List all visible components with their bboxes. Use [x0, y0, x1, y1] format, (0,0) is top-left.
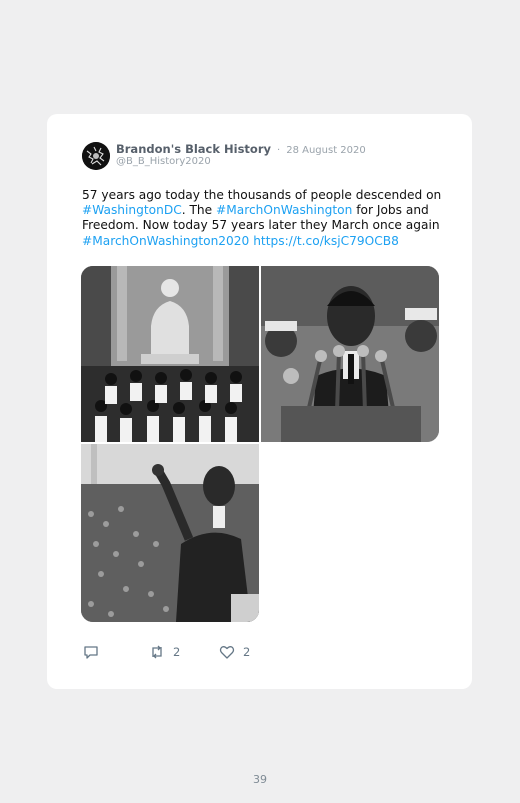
hashtag-marchonwashington[interactable]: #MarchOnWashington — [216, 203, 352, 217]
king-speaking-at-microphones-photo[interactable] — [261, 266, 439, 442]
text-part-1: 57 years ago today the thousands of peop… — [82, 188, 442, 202]
tweet-text: 57 years ago today the thousands of peop… — [82, 188, 442, 249]
avatar[interactable] — [82, 142, 110, 170]
retweet-button[interactable]: 2 — [149, 644, 180, 660]
text-part-2: . The — [181, 203, 217, 218]
retweet-icon — [152, 645, 162, 659]
retweet-count: 2 — [173, 645, 181, 659]
reply-button[interactable] — [83, 644, 99, 660]
tweet-actions: 2 2 — [83, 644, 383, 662]
like-button[interactable]: 2 — [219, 644, 250, 660]
tweet-link[interactable]: https://t.co/ksjC79OCB8 — [253, 234, 399, 248]
media-grid — [81, 266, 439, 623]
reply-icon — [84, 646, 98, 659]
tweet-date[interactable]: 28 August 2020 — [286, 145, 366, 156]
hashtag-washingtondc[interactable]: #WashingtonDC — [82, 203, 182, 217]
separator: · — [277, 145, 281, 156]
like-count: 2 — [243, 645, 251, 659]
lincoln-memorial-group-photo[interactable] — [81, 266, 259, 442]
heart-icon — [219, 646, 235, 659]
display-name[interactable]: Brandon's Black History — [116, 142, 271, 156]
user-handle[interactable]: @B_B_History2020 — [116, 156, 211, 167]
king-waving-to-crowd-photo[interactable] — [81, 444, 259, 622]
page-number: 39 — [253, 773, 267, 786]
display-name-line: Brandon's Black History · 28 August 2020 — [116, 142, 366, 156]
hashtag-marchonwashington2020[interactable]: #MarchOnWashington2020 — [82, 234, 249, 248]
tweet-card: Brandon's Black History · 28 August 2020… — [47, 114, 472, 689]
